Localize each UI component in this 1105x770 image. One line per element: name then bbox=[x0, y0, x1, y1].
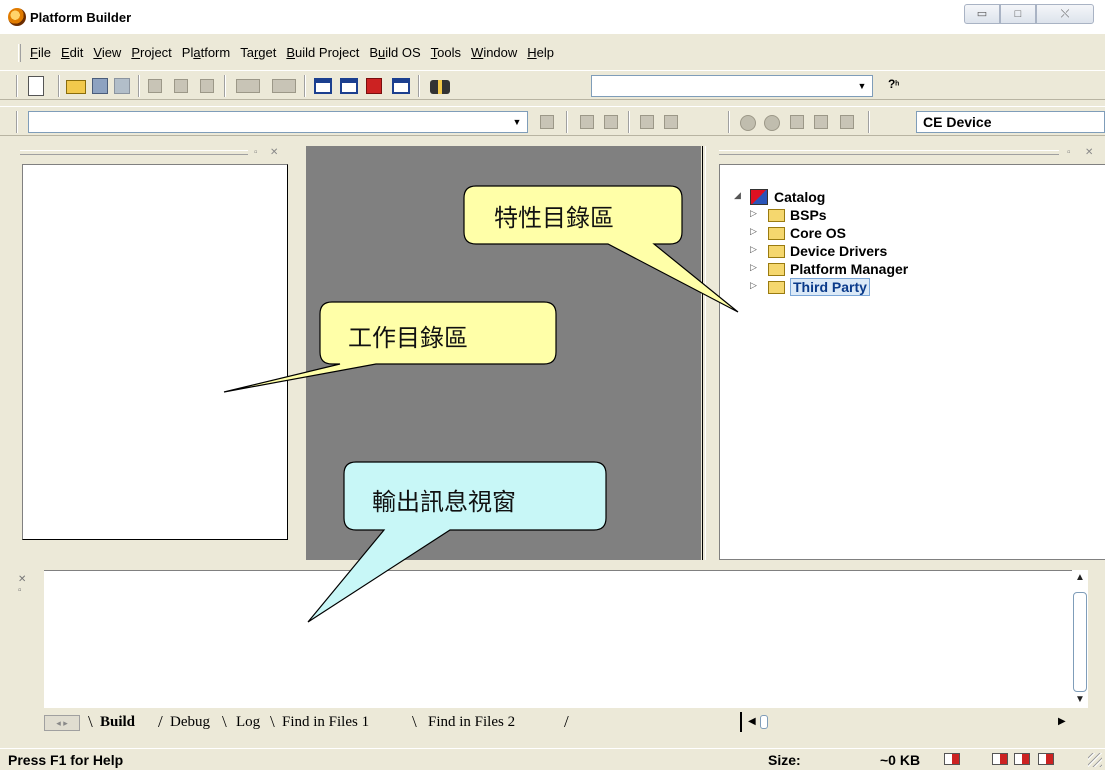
catalog-callout-text: 特性目錄區 bbox=[494, 204, 614, 232]
output-callout-text: 輸出訊息視窗 bbox=[372, 488, 516, 516]
workspace-callout-text: 工作目錄區 bbox=[348, 324, 468, 352]
callout-layer bbox=[223, 185, 739, 623]
